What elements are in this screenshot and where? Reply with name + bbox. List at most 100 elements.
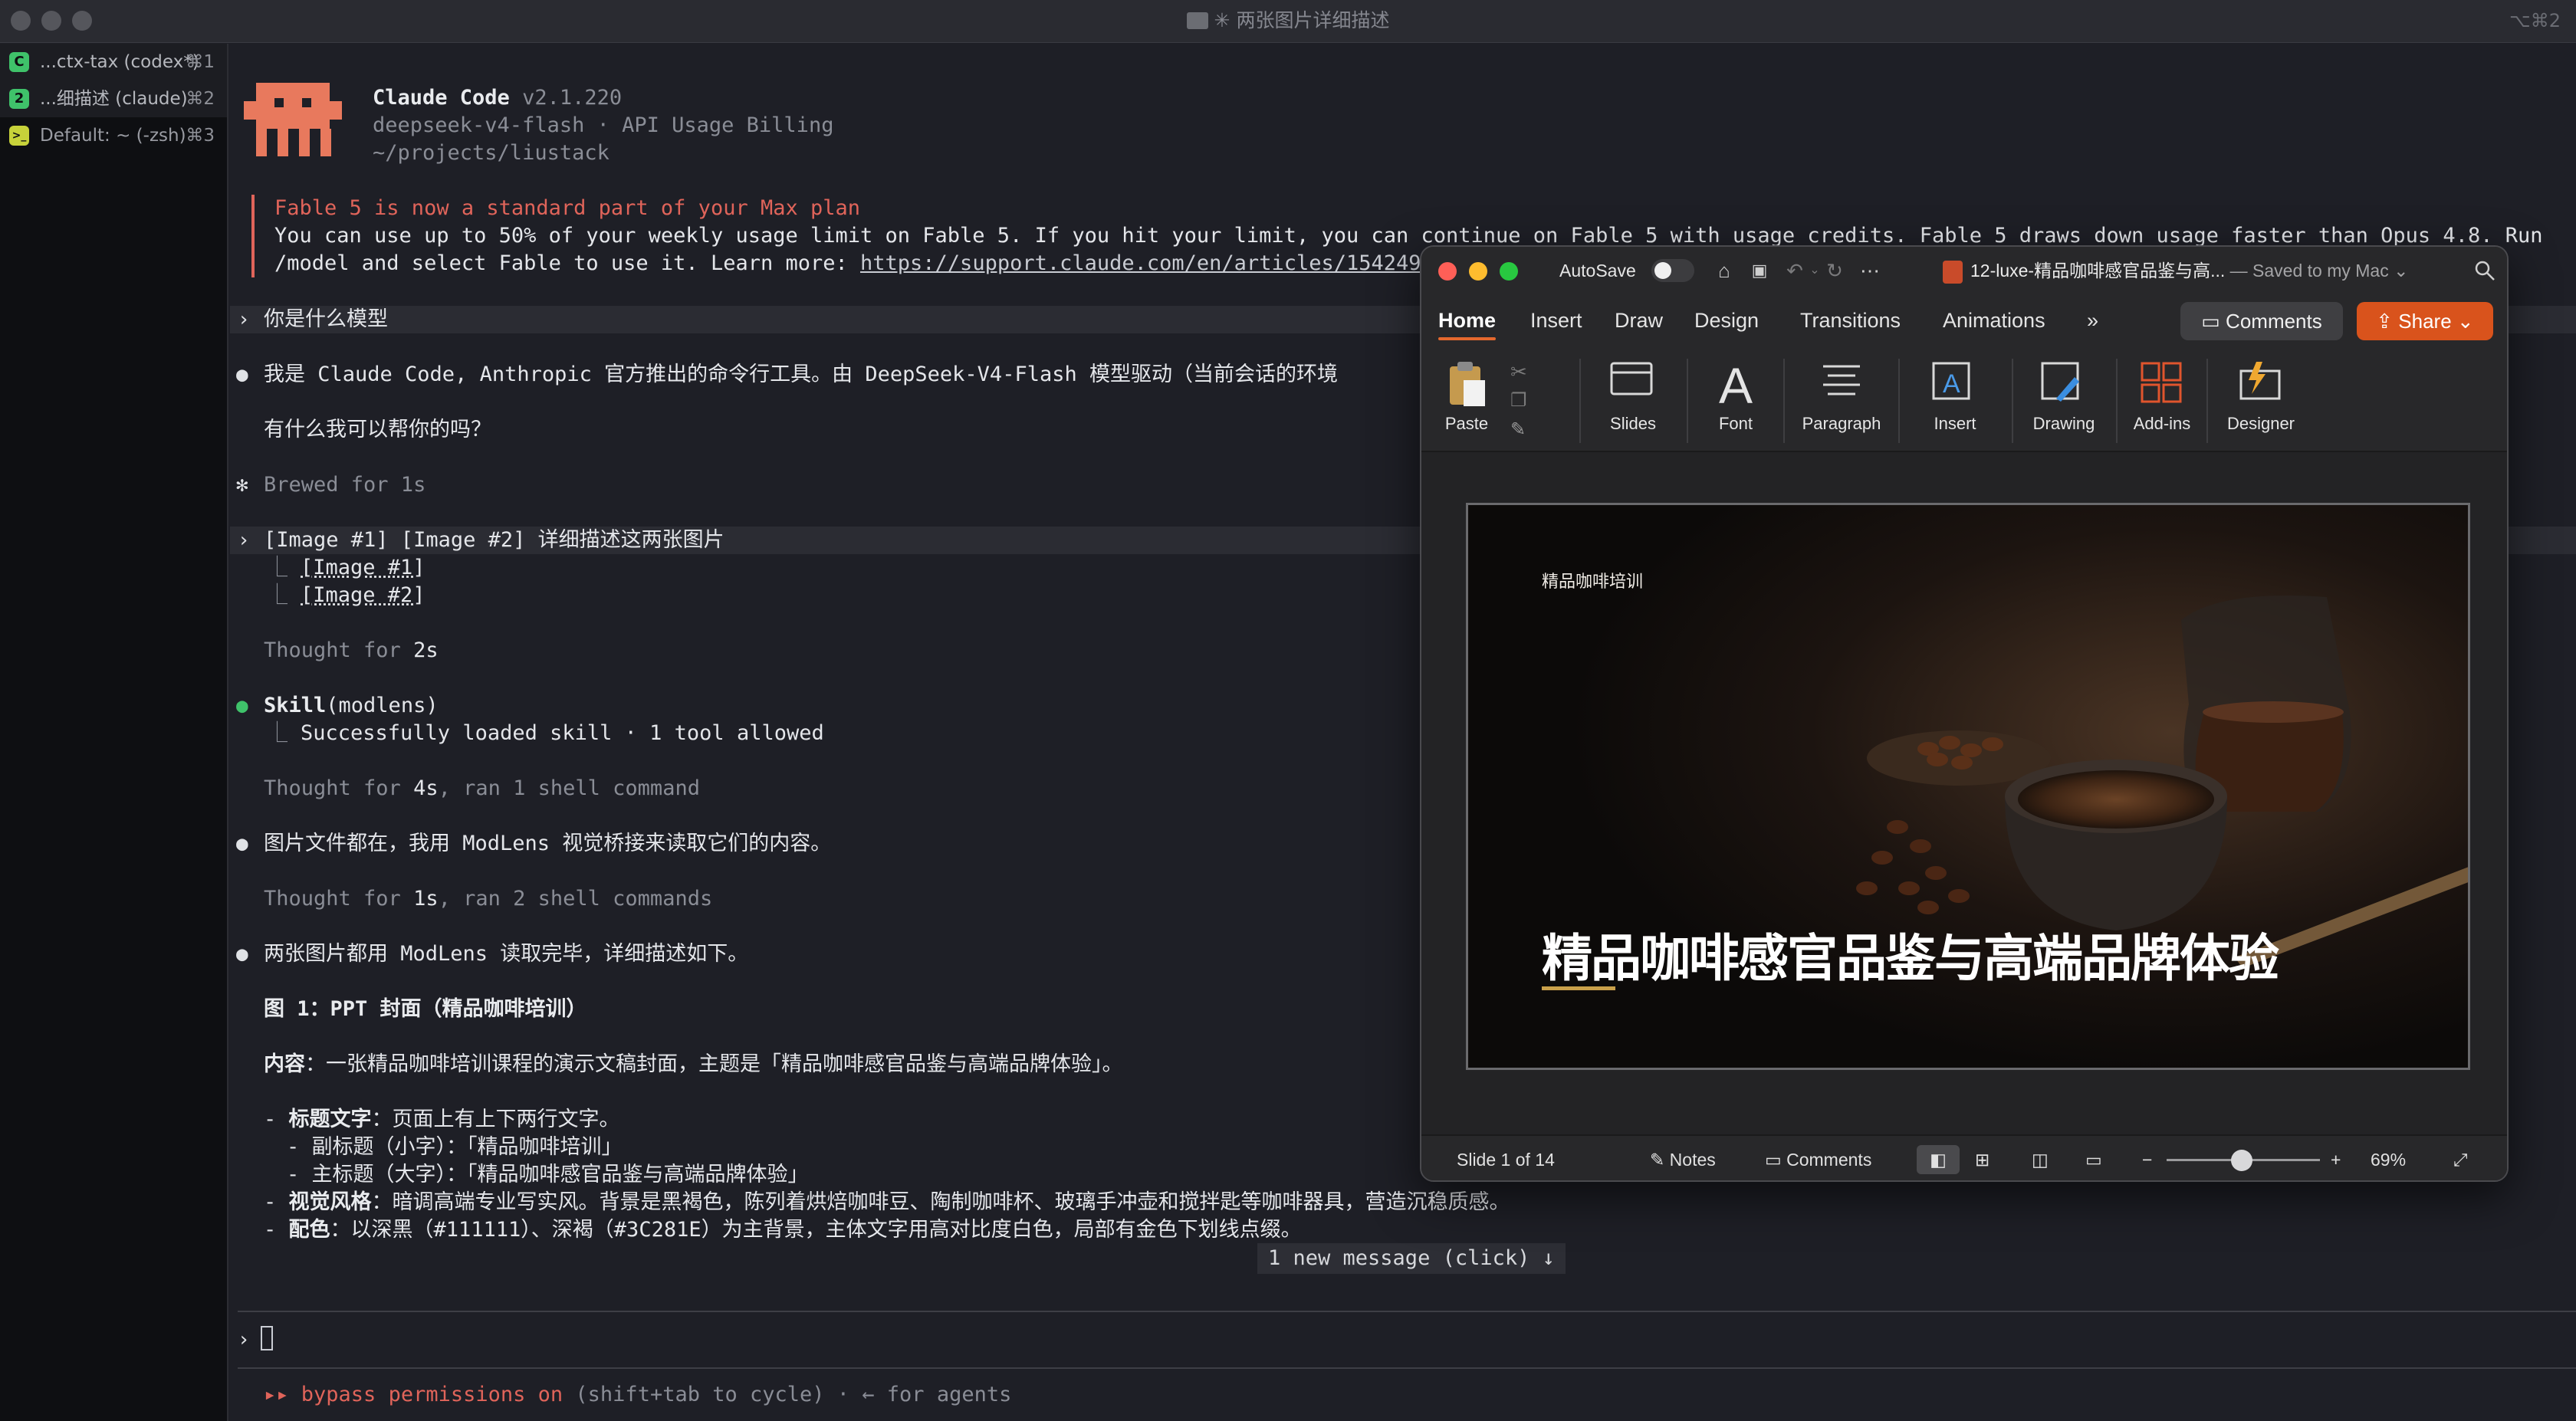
- sidebar-tab-zsh[interactable]: >_ Default: ~ (-zsh) ⌘3: [0, 117, 227, 154]
- more-icon[interactable]: ⋯: [1858, 259, 1881, 282]
- normal-view-icon[interactable]: ◧: [1917, 1145, 1960, 1174]
- prompt-input-cursor[interactable]: [261, 1326, 273, 1350]
- new-message-indicator[interactable]: 1 new message (click) ↓: [1257, 1243, 1566, 1274]
- user-message-2: [Image #1] [Image #2] 详细描述这两张图片: [264, 528, 724, 552]
- assistant-followup: 有什么我可以帮你的吗？: [264, 418, 491, 441]
- tabs-overflow-icon[interactable]: »: [2087, 307, 2098, 334]
- presenter-view-icon[interactable]: ▭: [2085, 1136, 2102, 1180]
- ribbon-separator: [1783, 359, 1785, 443]
- designer-button[interactable]: Designer: [2211, 345, 2311, 452]
- redo-icon[interactable]: ↻: [1823, 259, 1846, 282]
- input-chevron-icon: ›: [238, 1328, 250, 1351]
- slide-subtitle[interactable]: 精品咖啡培训: [1542, 568, 1643, 592]
- tree-branch-icon: ⎿: [267, 583, 288, 607]
- ppt-status-bar: Slide 1 of 14 ✎ Notes ▭ Comments ◧ ⊞ ◫ ▭…: [1421, 1134, 2507, 1180]
- sidebar-tab-label: ...ctx-tax (codex*): [40, 52, 199, 72]
- reading-view-icon[interactable]: ◫: [2032, 1136, 2049, 1180]
- sidebar-tab-shortcut: ⌘2: [186, 89, 215, 109]
- zoom-level[interactable]: 69%: [2371, 1136, 2406, 1180]
- tab-home[interactable]: Home: [1438, 307, 1497, 340]
- slide-sorter-view-icon[interactable]: ⊞: [1975, 1136, 1990, 1180]
- prompt-chevron-icon: ›: [238, 308, 250, 331]
- sidebar-tab-claude[interactable]: 2 ...细描述 (claude) ⌘2: [0, 80, 227, 117]
- notice-link[interactable]: https://support.claude.com/en/articles/1…: [860, 251, 1446, 275]
- tab-animations[interactable]: Animations: [1943, 307, 2045, 334]
- search-icon[interactable]: [2473, 259, 2496, 282]
- slide-1[interactable]: 精品咖啡培训 精品咖啡感官品鉴与高端品牌体验: [1466, 503, 2470, 1070]
- font-button[interactable]: A Font: [1693, 345, 1779, 452]
- zoom-slider-thumb[interactable]: [2231, 1150, 2252, 1171]
- comments-button[interactable]: ▭ Comments: [2180, 302, 2343, 340]
- font-a-icon: A: [1718, 357, 1753, 414]
- thought-status-1: Thought for 2s: [264, 638, 439, 662]
- list-subitem: - 主标题（大字）：「精品咖啡感官品鉴与高端品牌体验」: [287, 1163, 809, 1186]
- powerpoint-window[interactable]: AutoSave ⌂ ▣ ↶ ⌄ ↻ ⋯ 12-luxe-精品咖啡感官品鉴与高.…: [1420, 245, 2509, 1182]
- image-attachment-1[interactable]: [Image #1]: [301, 554, 426, 582]
- skill-result: Successfully loaded skill · 1 tool allow…: [301, 721, 824, 745]
- tab-draw[interactable]: Draw: [1615, 307, 1663, 334]
- home-icon[interactable]: ⌂: [1713, 259, 1736, 282]
- input-border-bottom: [238, 1367, 2576, 1369]
- ribbon-separator: [2012, 359, 2013, 443]
- ppt-minimize-button[interactable]: [1469, 262, 1487, 281]
- sidebar-tab-shortcut: ⌘1: [186, 52, 215, 72]
- assistant-message-1: 我是 Claude Code, Anthropic 官方推出的命令行工具。由 D…: [264, 363, 1338, 386]
- model-line: deepseek-v4-flash · API Usage Billing: [373, 113, 834, 137]
- window-shortcut: ⌥⌘2: [2509, 10, 2561, 31]
- clipboard-tools[interactable]: ✂ ❐ ✎: [1506, 345, 1536, 452]
- autosave-toggle[interactable]: [1651, 259, 1694, 282]
- tool-success-icon: ●: [236, 694, 248, 717]
- notes-button[interactable]: ✎ Notes: [1650, 1136, 1716, 1180]
- image-attachment-2[interactable]: [Image #2]: [301, 582, 426, 609]
- cut-icon[interactable]: ✂: [1510, 360, 1527, 384]
- tab-transitions[interactable]: Transitions: [1800, 307, 1901, 334]
- zoom-in-icon[interactable]: +: [2331, 1136, 2341, 1180]
- response-bullet-icon: ●: [236, 943, 248, 966]
- addins-grid-icon: [2141, 362, 2182, 403]
- insert-textbox-icon: A: [1932, 362, 1970, 400]
- copy-icon[interactable]: ❐: [1510, 389, 1527, 412]
- zoom-out-icon[interactable]: −: [2142, 1136, 2152, 1180]
- permission-mode-bar[interactable]: ▸▸ bypass permissions on (shift+tab to c…: [264, 1381, 1011, 1409]
- share-icon: ⇪: [2376, 310, 2399, 333]
- prompt-chevron-icon: ›: [238, 529, 250, 552]
- tab-design[interactable]: Design: [1694, 307, 1759, 334]
- codex-badge-icon: C: [9, 52, 29, 72]
- comment-icon: ▭: [2201, 310, 2226, 333]
- paragraph-button[interactable]: Paragraph: [1789, 345, 1894, 452]
- window-title: ✳ 两张图片详细描述: [0, 0, 2576, 43]
- drawing-button[interactable]: Drawing: [2016, 345, 2111, 452]
- ribbon-separator: [1687, 359, 1688, 443]
- slides-button[interactable]: Slides: [1587, 345, 1679, 452]
- autosave-label: AutoSave: [1559, 261, 1636, 281]
- assistant-message-2: 图片文件都在，我用 ModLens 视觉桥接来读取它们的内容。: [264, 832, 832, 855]
- folder-icon: [1186, 12, 1208, 29]
- addins-button[interactable]: Add-ins: [2122, 345, 2202, 452]
- fit-to-window-icon[interactable]: ⤢: [2453, 1136, 2467, 1180]
- comments-status-button[interactable]: ▭ Comments: [1765, 1136, 1871, 1180]
- slide-canvas[interactable]: 精品咖啡培训 精品咖啡感官品鉴与高端品牌体验: [1421, 452, 2507, 1134]
- share-button[interactable]: ⇪ Share ⌄: [2357, 302, 2493, 340]
- ppt-zoom-button[interactable]: [1500, 262, 1518, 281]
- window-titlebar: ✳ 两张图片详细描述 ⌥⌘2: [0, 0, 2576, 43]
- list-item: - 视觉风格：暗调高端专业写实风。背景是黑褐色，陈列着烘焙咖啡豆、陶制咖啡杯、玻…: [264, 1190, 1510, 1214]
- tab-insert[interactable]: Insert: [1530, 307, 1582, 334]
- document-name[interactable]: 12-luxe-精品咖啡感官品鉴与高... — Saved to my Mac …: [1970, 258, 2476, 284]
- notice-line-2: /model and select Fable to use it. Learn…: [274, 251, 1447, 275]
- slide-title[interactable]: 精品咖啡感官品鉴与高端品牌体验: [1542, 917, 2279, 991]
- ppt-titlebar: AutoSave ⌂ ▣ ↶ ⌄ ↻ ⋯ 12-luxe-精品咖啡感官品鉴与高.…: [1421, 247, 2507, 294]
- save-icon[interactable]: ▣: [1748, 259, 1771, 282]
- ribbon-home: Paste ✂ ❐ ✎ Slides A Font Paragraph A In…: [1421, 345, 2507, 452]
- brewed-status: Brewed for 1s: [264, 473, 426, 497]
- sidebar-tab-codex[interactable]: C ...ctx-tax (codex*) ⌘1: [0, 44, 227, 80]
- ribbon-tabs: Home Insert Draw Design Transitions Anim…: [1421, 294, 2507, 345]
- designer-icon: [2239, 362, 2281, 400]
- notice-title: Fable 5 is now a standard part of your M…: [274, 196, 861, 220]
- format-painter-icon[interactable]: ✎: [1510, 418, 1526, 441]
- insert-button[interactable]: A Insert: [1904, 345, 2006, 452]
- paste-button[interactable]: Paste: [1432, 345, 1501, 452]
- slide-layout-icon: [1610, 362, 1653, 395]
- ppt-close-button[interactable]: [1438, 262, 1457, 281]
- thought-status-2: Thought for 4s, ran 1 shell command: [264, 776, 700, 800]
- tree-branch-icon: ⎿: [267, 556, 288, 579]
